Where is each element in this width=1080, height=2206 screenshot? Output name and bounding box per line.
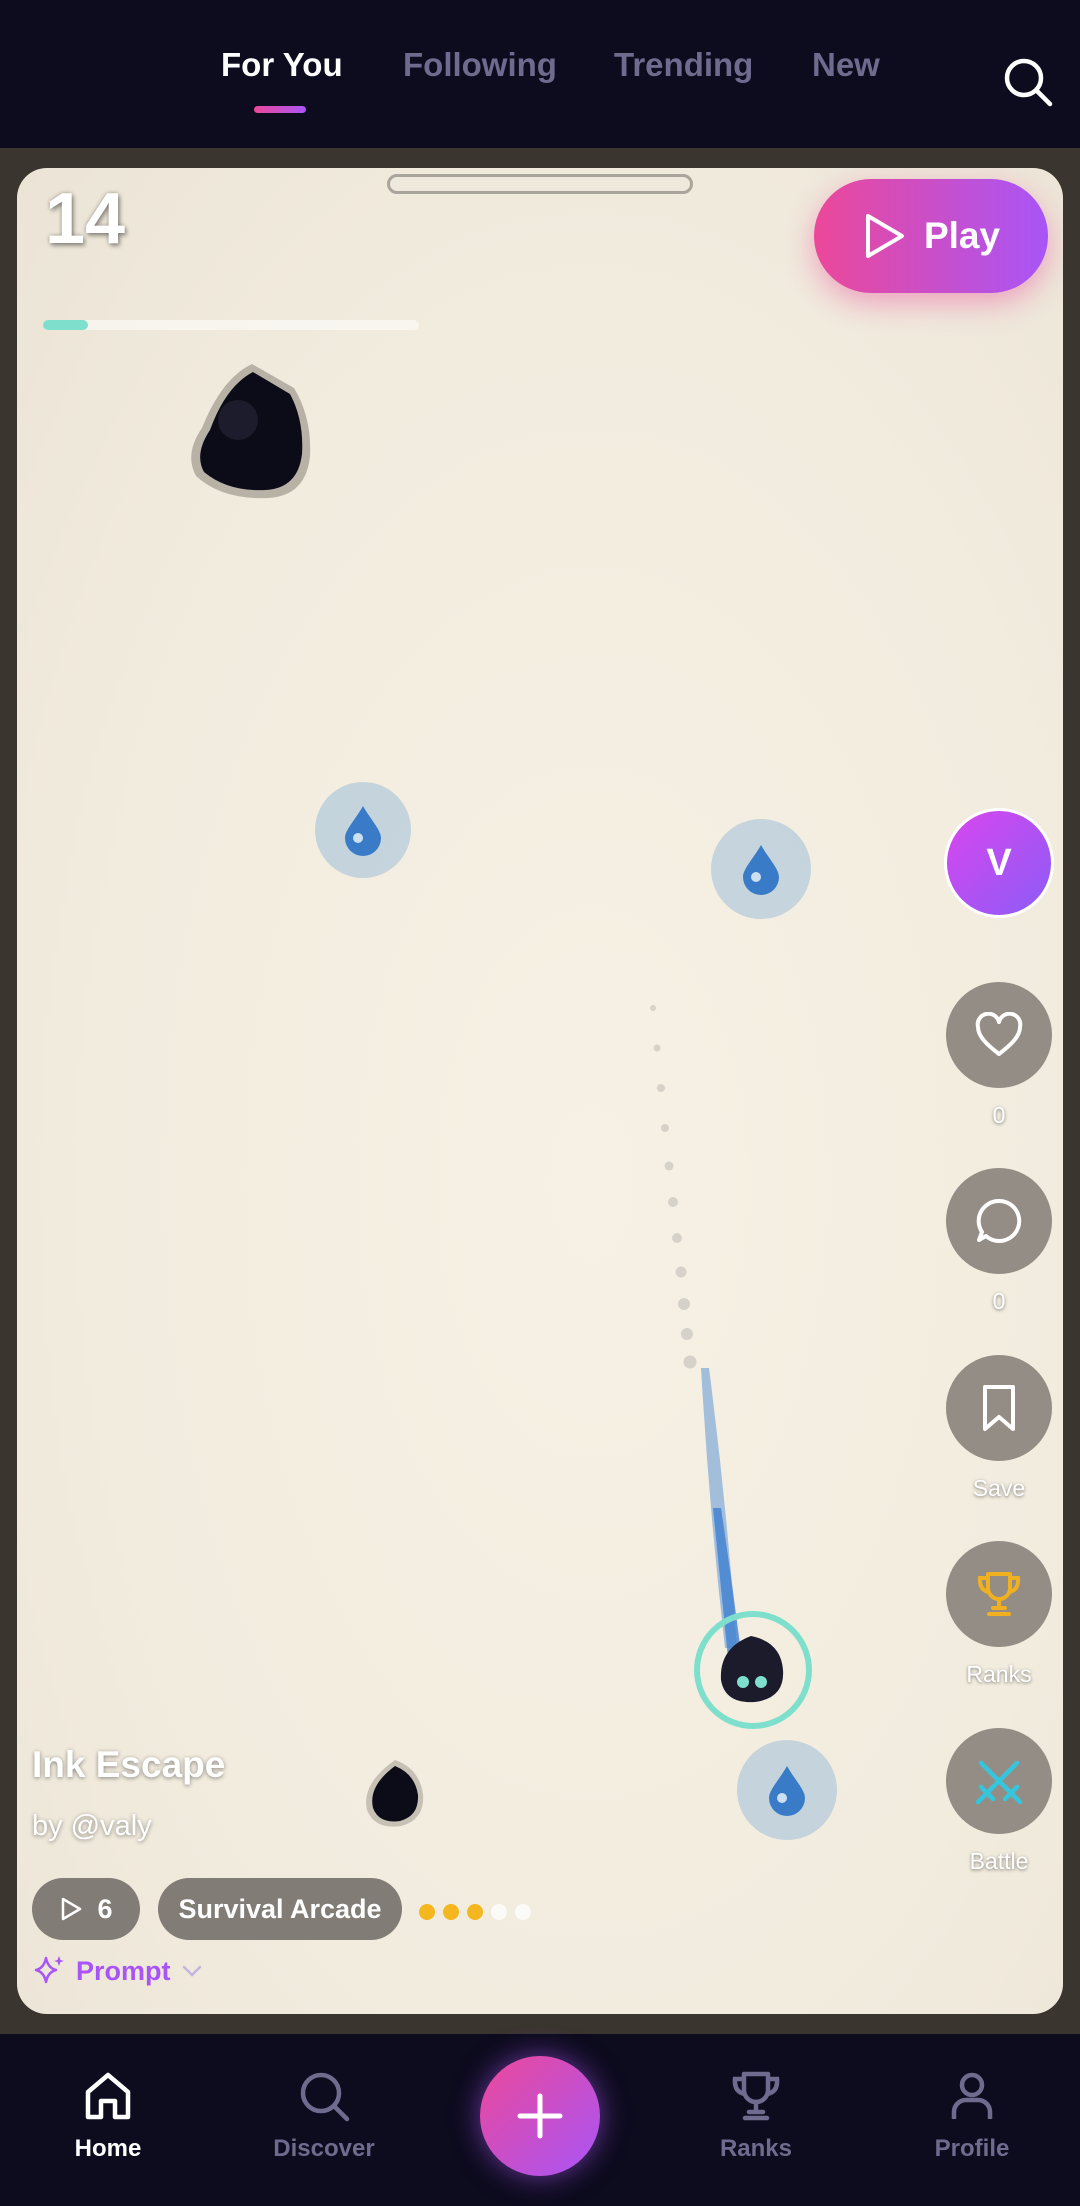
search-icon <box>1004 58 1053 107</box>
prompt-toggle[interactable]: Prompt <box>32 1954 203 1988</box>
ranks-button[interactable] <box>946 1541 1052 1647</box>
save-label: Save <box>972 1475 1026 1501</box>
nav-profile[interactable]: Profile <box>892 2068 1052 2163</box>
drag-handle[interactable] <box>387 174 693 194</box>
score-counter: 14 <box>45 179 126 259</box>
ranks-label: Ranks <box>966 1661 1032 1687</box>
creator-avatar[interactable]: V <box>944 808 1054 918</box>
battle-label: Battle <box>969 1848 1029 1874</box>
ink-blob-large <box>191 364 311 499</box>
bottom-nav: Home Discover Ranks Profile <box>0 2034 1080 2206</box>
trophy-icon <box>732 2071 780 2121</box>
difficulty-dot <box>443 1904 459 1920</box>
ink-blob-small <box>366 1760 424 1827</box>
difficulty-dot <box>491 1904 507 1920</box>
play-count: 6 <box>97 1893 113 1924</box>
create-button[interactable] <box>480 2056 600 2176</box>
water-drop-icon <box>345 806 381 856</box>
player-ink-blob <box>694 1611 812 1729</box>
home-icon <box>85 2072 131 2120</box>
active-tab-indicator <box>254 106 306 113</box>
nav-home-label: Home <box>74 2135 142 2162</box>
nav-discover[interactable]: Discover <box>244 2068 404 2163</box>
play-icon <box>62 1897 82 1921</box>
play-count-badge: 6 <box>32 1878 140 1940</box>
genre-label: Survival Arcade <box>178 1893 382 1924</box>
plus-icon <box>517 2093 563 2139</box>
like-button[interactable] <box>946 982 1052 1088</box>
ink-drop-pickup <box>711 819 811 919</box>
heart-icon <box>975 1012 1023 1056</box>
search-icon <box>300 2072 350 2122</box>
top-nav: For You Following Trending New <box>0 0 1080 148</box>
like-count: 0 <box>992 1102 1006 1128</box>
game-canvas[interactable]: 14 Play Ink Escape by @valy 6 Survival A… <box>17 168 1063 2014</box>
ink-drop-pickup <box>315 782 411 878</box>
search-button[interactable] <box>1000 54 1056 110</box>
nav-profile-label: Profile <box>934 2135 1010 2162</box>
tab-following[interactable]: Following <box>403 46 557 84</box>
chevron-down-icon <box>182 1965 201 1977</box>
game-title[interactable]: Ink Escape <box>32 1744 225 1786</box>
trophy-icon <box>977 1572 1021 1616</box>
crossed-swords-icon <box>975 1760 1023 1805</box>
prompt-label: Prompt <box>76 1955 171 1986</box>
genre-tag[interactable]: Survival Arcade <box>158 1878 402 1940</box>
nav-ranks[interactable]: Ranks <box>676 2068 836 2163</box>
play-icon <box>865 214 904 258</box>
nav-home[interactable]: Home <box>28 2068 188 2163</box>
game-author[interactable]: by @valy <box>32 1810 152 1843</box>
user-icon <box>951 2072 993 2119</box>
comment-icon <box>976 1198 1022 1243</box>
tab-for-you[interactable]: For You <box>221 46 343 84</box>
nav-ranks-label: Ranks <box>719 2135 793 2162</box>
comment-count: 0 <box>992 1288 1006 1314</box>
difficulty-dot <box>419 1904 435 1920</box>
play-button[interactable]: Play <box>814 179 1048 293</box>
play-label: Play <box>923 215 1001 256</box>
tab-trending[interactable]: Trending <box>614 46 753 84</box>
sparkles-icon <box>34 1956 64 1984</box>
tab-new[interactable]: New <box>812 46 880 84</box>
progress-bar <box>43 320 419 330</box>
progress-fill <box>43 320 89 330</box>
battle-button[interactable] <box>946 1728 1052 1834</box>
nav-discover-label: Discover <box>273 2135 375 2162</box>
difficulty-dot <box>515 1904 531 1920</box>
comment-button[interactable] <box>946 1168 1052 1274</box>
bookmark-icon <box>983 1385 1015 1431</box>
save-button[interactable] <box>946 1355 1052 1461</box>
difficulty-dot <box>467 1904 483 1920</box>
water-drop-icon <box>743 845 779 895</box>
